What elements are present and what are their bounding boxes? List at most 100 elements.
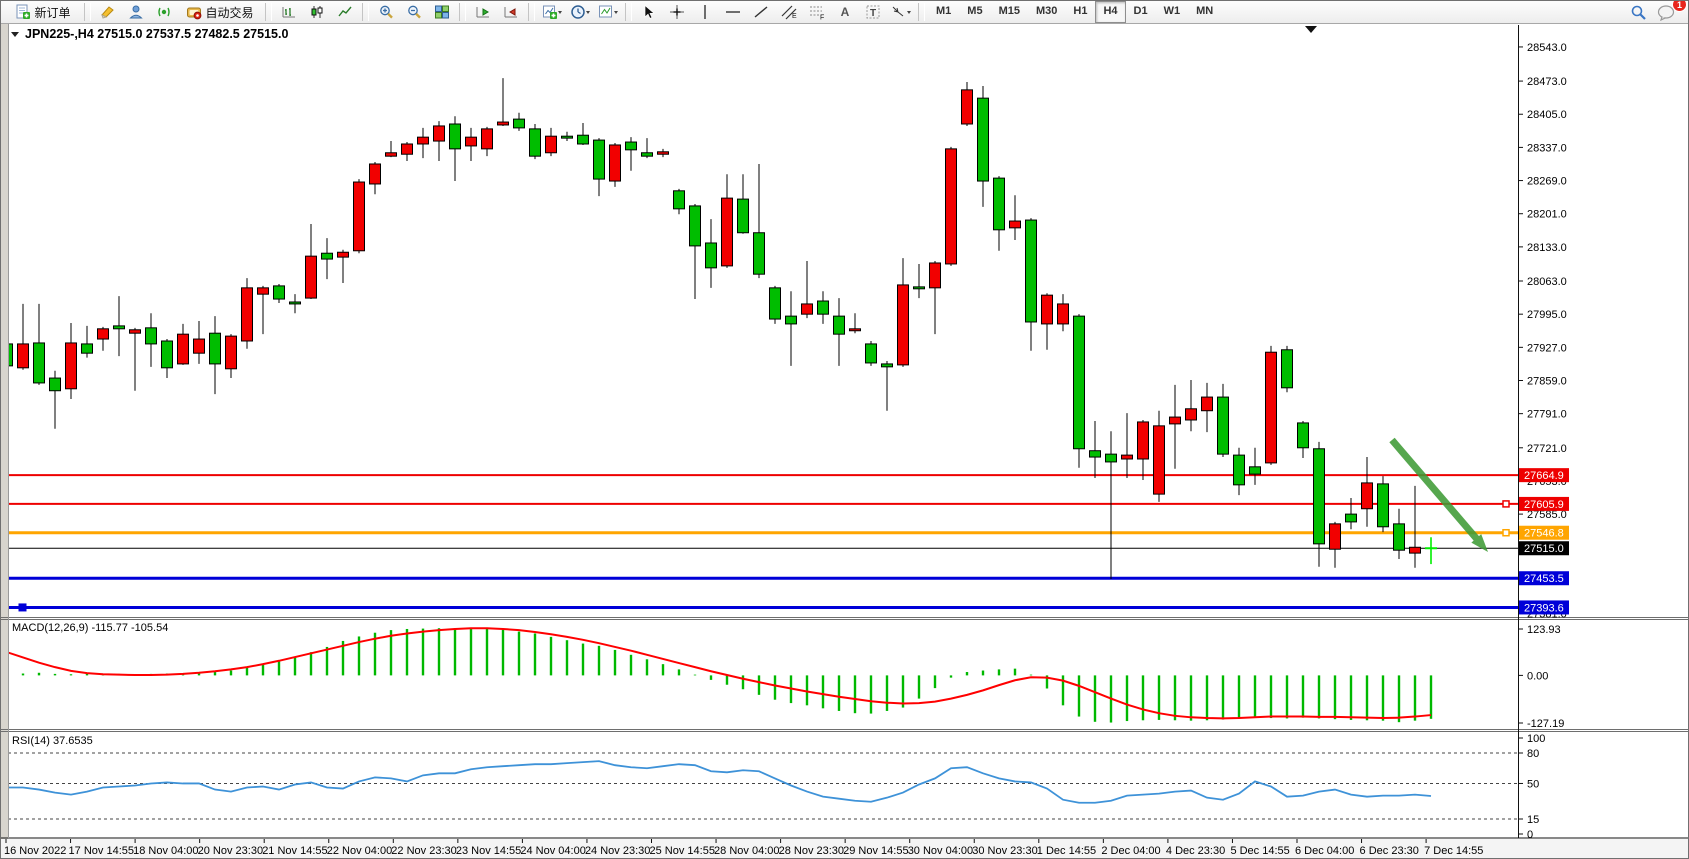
time-tick-label: 5 Dec 14:55 [1230, 845, 1289, 857]
auto-trading-label: 自动交易 [205, 4, 253, 21]
market-watch-button[interactable] [122, 1, 150, 23]
chart-shift-icon [503, 4, 519, 20]
notification-badge: 1 [1672, 0, 1687, 12]
auto-trading-icon [186, 4, 202, 20]
time-tick-label: 22 Nov 23:30 [391, 845, 456, 857]
timeframe-h1[interactable]: H1 [1065, 1, 1095, 23]
timeframe-m15[interactable]: M15 [991, 1, 1028, 23]
crosshair-tool-button[interactable] [663, 1, 691, 23]
candle-body [914, 287, 925, 289]
candle-body [962, 90, 973, 124]
price-tick-label: 28473.0 [1527, 76, 1567, 88]
auto-scroll-button[interactable] [469, 1, 497, 23]
candle-body [242, 288, 253, 341]
candle-body [114, 326, 125, 329]
cursor-icon [641, 4, 657, 20]
templates-button[interactable] [594, 1, 622, 23]
candle-body [1010, 221, 1021, 228]
arrows-tool-button[interactable] [887, 1, 915, 23]
rsi-tick-label: 50 [1527, 778, 1539, 790]
text-tool-button[interactable]: A [831, 1, 859, 23]
fibonacci-icon: F [808, 4, 826, 20]
candle-body [898, 285, 909, 365]
candle [1378, 476, 1389, 532]
text-label-tool-button[interactable]: T [859, 1, 887, 23]
candle [610, 143, 621, 187]
search-button[interactable] [1624, 1, 1652, 23]
candle-body [706, 243, 717, 268]
chart-title: JPN225-,H4 27515.0 27537.5 27482.5 27515… [25, 27, 288, 41]
zoom-out-button[interactable] [400, 1, 428, 23]
price-badge-label: 27605.9 [1524, 499, 1564, 511]
fibonacci-tool-button[interactable]: F [803, 1, 831, 23]
time-tick-label: 16 Nov 2022 [4, 845, 66, 857]
candle-body [1298, 423, 1309, 448]
candle-body [1250, 467, 1261, 474]
hline-handle[interactable] [1503, 501, 1509, 507]
timeframe-d1[interactable]: D1 [1126, 1, 1156, 23]
candle-body [98, 329, 109, 339]
market-depth-button[interactable] [94, 1, 122, 23]
candle-body [546, 136, 557, 153]
price-badge-label: 27664.9 [1524, 470, 1564, 482]
price-tick-label: 27791.0 [1527, 409, 1567, 421]
price-tick-label: 28337.0 [1527, 142, 1567, 154]
candle-body [978, 98, 989, 181]
price-badge-label: 27453.5 [1524, 573, 1564, 585]
time-tick-label: 20 Nov 23:30 [198, 845, 263, 857]
new-chart-button[interactable] [538, 1, 566, 23]
candle [530, 124, 541, 159]
candle-body [1394, 524, 1405, 550]
period-clock-button[interactable] [566, 1, 594, 23]
candle-body [370, 164, 381, 184]
timeframe-w1[interactable]: W1 [1156, 1, 1189, 23]
channel-tool-button[interactable]: E [775, 1, 803, 23]
price-tick-label: 28133.0 [1527, 242, 1567, 254]
zoom-out-icon [406, 4, 422, 20]
macd-tick-label: 0.00 [1527, 670, 1548, 682]
time-tick-label: 4 Dec 23:30 [1166, 845, 1225, 857]
time-tick-label: 7 Dec 14:55 [1424, 845, 1483, 857]
candle-body [82, 344, 93, 353]
hline-handle[interactable] [19, 604, 26, 611]
candle-body [226, 336, 237, 369]
timeframe-m30[interactable]: M30 [1028, 1, 1065, 23]
candle-body [642, 153, 653, 156]
candle [866, 341, 877, 366]
bar-chart-mode-button[interactable] [275, 1, 303, 23]
timeframe-m5[interactable]: M5 [959, 1, 990, 23]
candle [770, 286, 781, 324]
horizontal-line-tool-button[interactable] [719, 1, 747, 23]
candle-body [290, 302, 301, 304]
cursor-tool-button[interactable] [635, 1, 663, 23]
timeframe-mn[interactable]: MN [1188, 1, 1221, 23]
zoom-in-button[interactable] [372, 1, 400, 23]
new-order-icon [15, 4, 31, 20]
vertical-line-icon [698, 4, 712, 20]
candle-body [50, 378, 61, 391]
vertical-line-tool-button[interactable] [691, 1, 719, 23]
timeframe-m1[interactable]: M1 [928, 1, 959, 23]
chart-shift-button[interactable] [497, 1, 525, 23]
candle-body [1186, 409, 1197, 420]
candlestick-mode-button[interactable] [303, 1, 331, 23]
candle-body [1122, 455, 1133, 459]
timeframe-h4[interactable]: H4 [1095, 1, 1125, 23]
new-order-button[interactable]: 新订单 [5, 1, 81, 23]
trendline-icon [753, 4, 769, 20]
trendline-tool-button[interactable] [747, 1, 775, 23]
candle-body [626, 142, 637, 150]
hline-handle[interactable] [1503, 530, 1509, 536]
signals-button[interactable] [150, 1, 178, 23]
line-chart-mode-button[interactable] [331, 1, 359, 23]
candle-body [1218, 397, 1229, 454]
auto-trading-button[interactable]: 自动交易 [178, 1, 262, 23]
time-tick-label: 24 Nov 23:30 [585, 845, 650, 857]
candle-body [1090, 451, 1101, 457]
price-tick-label: 27995.0 [1527, 309, 1567, 321]
time-tick-label: 6 Dec 04:00 [1295, 845, 1354, 857]
svg-text:T: T [870, 8, 876, 19]
tile-windows-button[interactable] [428, 1, 456, 23]
candle-body [178, 334, 189, 364]
candle-body [1330, 524, 1341, 549]
